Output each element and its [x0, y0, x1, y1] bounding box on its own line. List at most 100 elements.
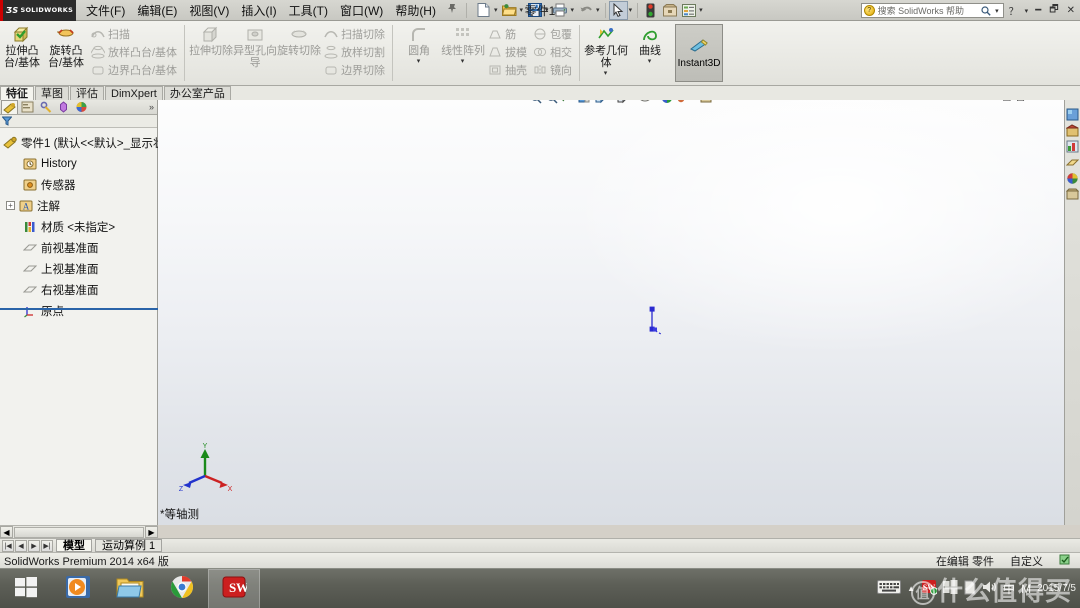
tab-dimxpert[interactable]: DimXpert [105, 86, 163, 100]
help-caret[interactable]: ▾ [1024, 7, 1031, 15]
view-orientation-icon[interactable] [592, 100, 607, 106]
tab-nav-last[interactable]: ▶| [41, 539, 53, 552]
document-properties-icon[interactable] [679, 1, 698, 20]
draft-button[interactable]: 拔模 [485, 43, 530, 61]
tab-evaluate[interactable]: 评估 [70, 86, 104, 100]
windows-tray-icon[interactable] [943, 579, 958, 598]
rib-button[interactable]: 筋 [485, 25, 530, 43]
close-button[interactable]: ✕ [1064, 5, 1078, 16]
display-style-icon[interactable] [615, 100, 630, 106]
doc-close-button[interactable]: ✕ [1052, 100, 1062, 103]
view-orientation-caret[interactable]: ▾ [608, 100, 614, 102]
tree-item-history[interactable]: History [3, 153, 157, 174]
zoom-to-area-icon[interactable] [544, 100, 559, 106]
menu-view[interactable]: 视图(V) [183, 0, 235, 22]
search-caret[interactable]: ▾ [994, 7, 1001, 15]
configuration-manager-tab[interactable] [37, 100, 54, 114]
feature-tree-tab[interactable] [1, 100, 18, 114]
tree-item-front-plane[interactable]: 前视基准面 [3, 237, 157, 258]
tile-icon[interactable]: ▤ [1015, 100, 1026, 103]
menu-window[interactable]: 窗口(W) [334, 0, 389, 22]
document-properties-caret[interactable]: ▾ [698, 6, 705, 14]
solidworks-button[interactable]: SW [208, 568, 260, 608]
tree-expander[interactable] [10, 285, 19, 294]
open-document-icon[interactable] [500, 1, 519, 20]
new-document-icon[interactable] [474, 1, 493, 20]
status-custom-label[interactable]: 自定义 [1010, 553, 1043, 569]
tree-item-right-plane[interactable]: 右视基准面 [3, 279, 157, 300]
ime-indicator[interactable]: 中 [1003, 583, 1015, 595]
design-library-tab[interactable] [1064, 124, 1080, 138]
section-view-icon[interactable] [576, 100, 591, 106]
edit-appearance-icon[interactable] [660, 100, 675, 106]
minimize-button[interactable]: ━ [1032, 5, 1044, 16]
tab-office-products[interactable]: 办公室产品 [163, 86, 231, 100]
tree-item-part[interactable]: 零件1 (默认<<默认>_显示状态 [3, 132, 176, 153]
file-explorer-button[interactable] [104, 569, 156, 608]
tray-expand-icon[interactable]: ▲ [907, 583, 915, 595]
solidworks-resources-tab[interactable] [1066, 108, 1080, 122]
display-style-caret[interactable]: ▾ [631, 100, 637, 102]
undo-icon[interactable] [576, 1, 595, 20]
chrome-button[interactable] [156, 569, 208, 608]
hscroll-thumb[interactable] [14, 526, 144, 538]
units-icon[interactable] [1059, 554, 1070, 568]
revolve-boss-button[interactable]: 旋转凸台/基体 [44, 23, 88, 69]
display-manager-tab[interactable] [73, 100, 90, 114]
appearances-scenes-tab[interactable] [1066, 172, 1080, 186]
extrude-boss-button[interactable]: 拉伸凸台/基体 [0, 23, 44, 69]
zoom-to-fit-icon[interactable] [528, 100, 543, 106]
tab-model[interactable]: 模型 [56, 539, 92, 552]
hscroll-left-arrow[interactable]: ◀ [0, 526, 13, 538]
boundary-cut-button[interactable]: 边界切除 [321, 61, 388, 79]
tree-expander[interactable] [10, 222, 19, 231]
feature-manager-expand-icon[interactable]: » [149, 102, 154, 112]
sweep-button[interactable]: 扫描 [88, 25, 180, 43]
curves-button[interactable]: 曲线 ▾ [628, 23, 672, 65]
hscroll-right-arrow[interactable]: ▶ [145, 526, 158, 538]
reference-geometry-caret[interactable]: ▾ [603, 69, 610, 77]
wrap-button[interactable]: 包覆 [530, 25, 575, 43]
file-explorer-tab[interactable] [1066, 140, 1080, 154]
hole-wizard-button[interactable]: 异型孔向导 [233, 23, 277, 69]
tree-item-top-plane[interactable]: 上视基准面 [3, 258, 157, 279]
clock-date[interactable]: 2015/7/5 [1037, 583, 1076, 595]
media-player-button[interactable] [52, 569, 104, 608]
restore-button[interactable]: 🗗 [1046, 2, 1061, 19]
tab-nav-prev[interactable]: ◀ [15, 539, 27, 552]
select-arrow-icon[interactable] [608, 0, 628, 20]
print-icon[interactable] [551, 1, 570, 20]
feature-tree-hscrollbar[interactable]: ◀ ▶ [0, 525, 158, 538]
restore-all-icon[interactable]: ▣ [1002, 100, 1013, 103]
boundary-boss-button[interactable]: 边界凸台/基体 [88, 61, 180, 79]
tab-sketch[interactable]: 草图 [35, 86, 69, 100]
curves-caret[interactable]: ▾ [647, 57, 654, 65]
start-button[interactable] [0, 569, 52, 608]
tab-features[interactable]: 特征 [0, 86, 34, 100]
tree-expander[interactable] [10, 180, 19, 189]
graphics-viewport[interactable]: ▾ ▾ ▾ ▾ ▾ ▣ ▤ ━ 🗗 ✕ [158, 100, 1064, 525]
fillet-caret[interactable]: ▾ [416, 57, 423, 65]
view-palette-tab[interactable] [1065, 156, 1080, 170]
undo-caret[interactable]: ▾ [595, 6, 602, 14]
tree-expander[interactable] [10, 159, 19, 168]
menu-file[interactable]: 文件(F) [80, 0, 131, 22]
tree-item-annotations[interactable]: + A 注解 [3, 195, 157, 216]
pushpin-icon[interactable] [442, 3, 463, 17]
tree-item-material[interactable]: 材质 <未指定> [3, 216, 157, 237]
reference-geometry-button[interactable]: 参考几何体 ▾ [584, 23, 628, 77]
linear-pattern-button[interactable]: 线性阵列 ▾ [441, 23, 485, 65]
tab-motion-study[interactable]: 运动算例 1 [95, 539, 163, 552]
apply-scene-caret[interactable]: ▾ [692, 100, 698, 102]
custom-properties-tab[interactable] [1065, 188, 1080, 202]
intersect-button[interactable]: 相交 [530, 43, 575, 61]
linear-pattern-caret[interactable]: ▾ [460, 57, 467, 65]
search-input[interactable]: 搜索 SolidWorks 帮助 [878, 4, 978, 17]
view-settings-caret[interactable]: ▾ [714, 100, 720, 102]
previous-view-icon[interactable] [560, 100, 575, 106]
extrude-cut-button[interactable]: 拉伸切除 [189, 23, 233, 57]
solidworks-tray-icon[interactable]: SW [921, 579, 938, 598]
speaker-icon[interactable] [982, 580, 997, 597]
revolve-cut-button[interactable]: 旋转切除 [277, 23, 321, 57]
menu-insert[interactable]: 插入(I) [235, 0, 282, 22]
